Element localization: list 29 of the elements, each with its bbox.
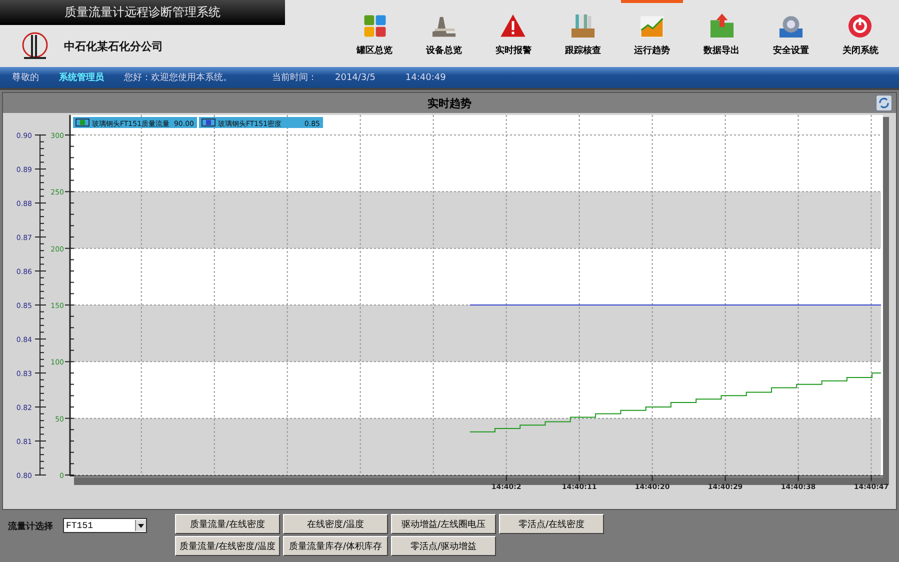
chart-option-button[interactable]: 质量流量/在线密度/温度 <box>175 536 280 556</box>
nav-item[interactable]: 跟踪核查 <box>552 0 614 57</box>
refresh-icon[interactable] <box>876 95 892 111</box>
nav-item[interactable]: 设备总览 <box>413 0 476 57</box>
greeting-text: 尊敬的 <box>12 72 39 84</box>
welcome-text: 您好：欢迎您使用本系统。 <box>124 72 232 84</box>
nav-item[interactable]: 罐区总览 <box>344 0 406 57</box>
user-name: 系统管理员 <box>59 71 104 84</box>
nav-item[interactable]: 数据导出 <box>690 0 753 57</box>
time-label: 当前时间： <box>272 72 317 84</box>
chart-option-button[interactable]: 质量流量/在线密度 <box>175 514 280 534</box>
chart-option-button[interactable]: 零活点/驱动增益 <box>391 536 496 556</box>
nav-item[interactable]: 关闭系统 <box>829 0 892 57</box>
panel-title: 实时趋势 <box>428 96 472 110</box>
nav-item[interactable]: 实时报警 <box>482 0 544 57</box>
current-date: 2014/3/5 <box>335 72 376 82</box>
app-title: 质量流量计远程诊断管理系统 <box>0 0 285 25</box>
chart-option-button[interactable]: 驱动增益/左线圈电压 <box>391 514 496 534</box>
meter-select-label: 流量计选择 <box>8 520 53 533</box>
nav-item[interactable]: 运行趋势 <box>621 0 684 57</box>
company-name: 中石化某石化分公司 <box>64 38 163 54</box>
chart-option-button[interactable]: 零活点/在线密度 <box>499 514 604 534</box>
dropdown-arrow-icon[interactable] <box>138 524 144 528</box>
logo-icon <box>20 31 50 61</box>
current-time: 14:40:49 <box>405 72 446 82</box>
chart-option-button[interactable]: 质量流量库存/体积库存 <box>283 536 388 556</box>
nav-item[interactable]: 安全设置 <box>760 0 822 57</box>
meter-dropdown[interactable]: FT151 <box>63 518 147 533</box>
chart-option-button[interactable]: 在线密度/温度 <box>283 514 388 534</box>
